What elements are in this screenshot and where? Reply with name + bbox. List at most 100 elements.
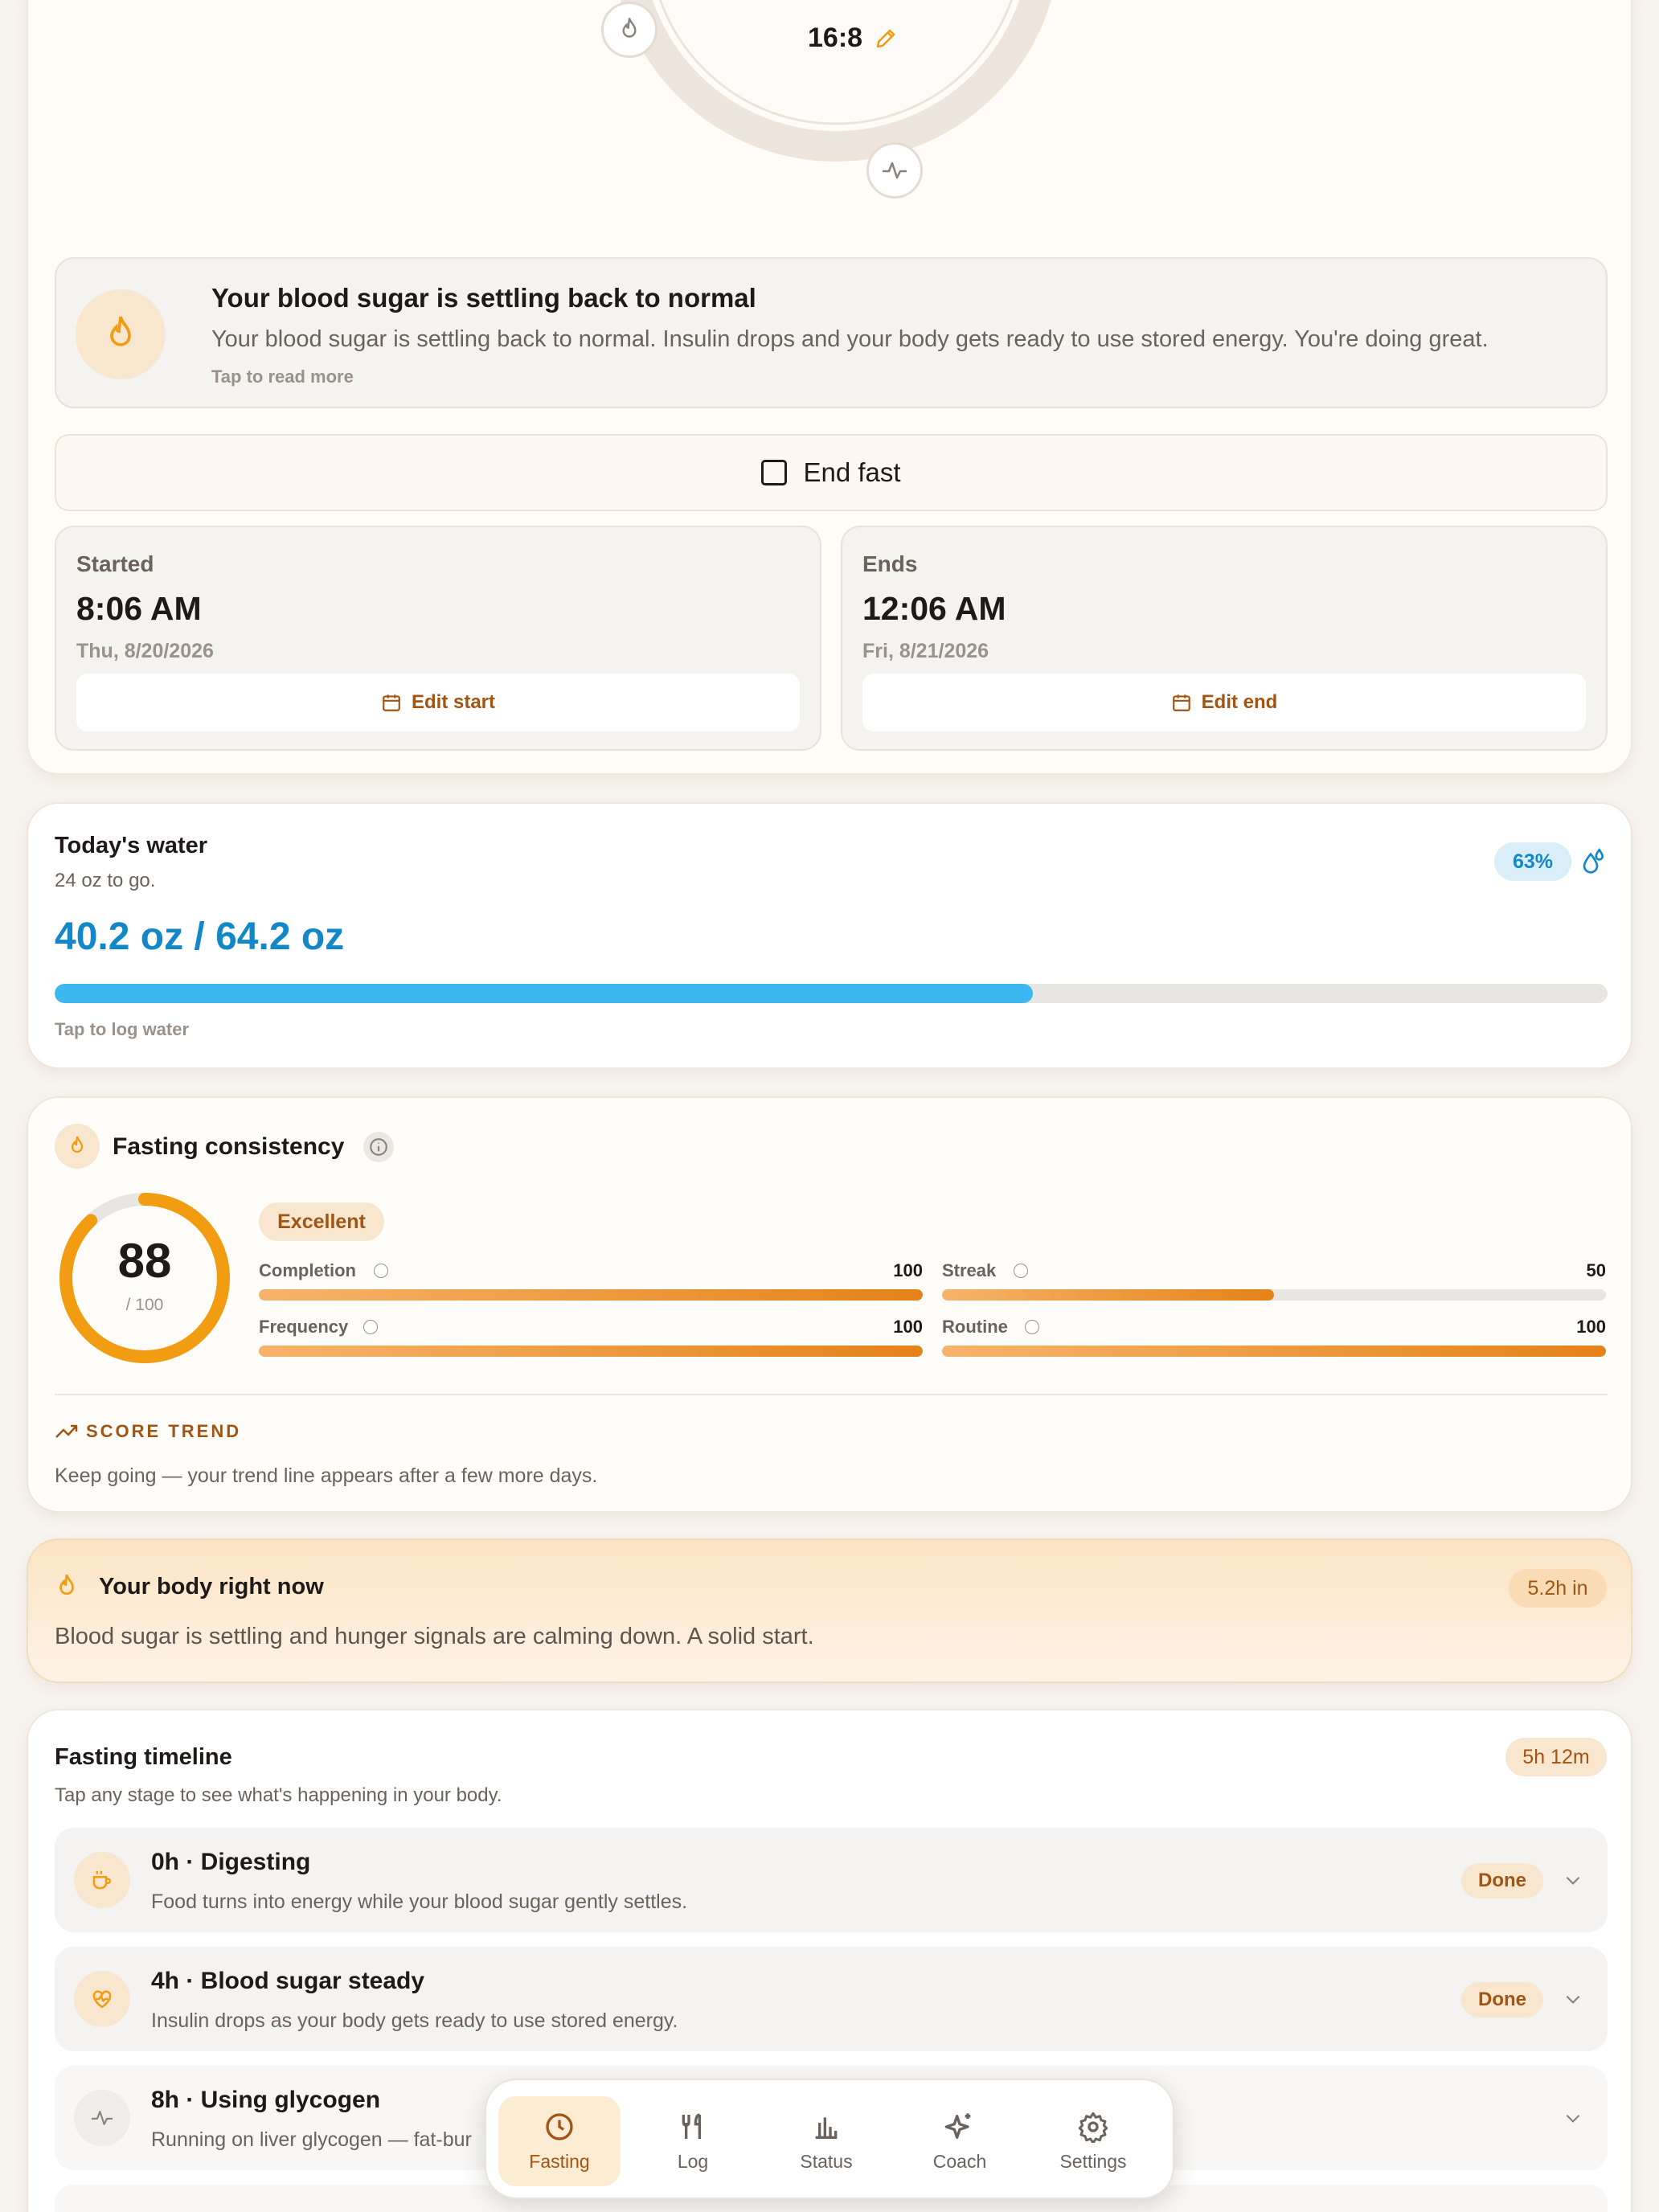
edit-end-button[interactable]: Edit end xyxy=(862,674,1586,731)
flame-icon xyxy=(110,316,131,346)
nav-item-log[interactable]: Log xyxy=(632,2096,754,2186)
nav-label: Log xyxy=(677,2150,709,2172)
stage-marker-pulse[interactable] xyxy=(866,142,923,199)
body-now-badge: 5.2h in xyxy=(1509,1569,1607,1608)
coffee-cup-icon xyxy=(92,1870,112,1890)
score-max: / 100 xyxy=(125,1296,164,1314)
bar-chart-icon xyxy=(815,2116,838,2139)
nav-label: Status xyxy=(800,2150,853,2172)
water-progress-fill xyxy=(55,984,1034,1003)
body-now-card[interactable]: Your body right now 5.2h in Blood sugar … xyxy=(27,1538,1632,1683)
ends-date: Fri, 8/21/2026 xyxy=(862,640,989,662)
water-progress-track xyxy=(55,984,1608,1003)
stage-title: 4h · Blood sugar steady xyxy=(151,1968,425,1994)
metric-bar-fill xyxy=(942,1289,1274,1301)
calendar-icon xyxy=(383,694,400,711)
timeline-subtitle: Tap any stage to see what's happening in… xyxy=(55,1784,502,1806)
stage-banner-title: Your blood sugar is settling back to nor… xyxy=(211,283,756,313)
stage-banner-icon-wrap xyxy=(76,289,166,379)
metric-bar-fill xyxy=(942,1346,1606,1357)
timeline-badge: 5h 12m xyxy=(1505,1738,1607,1776)
started-card: Started 8:06 AM Thu, 8/20/2026 Edit star… xyxy=(55,526,821,751)
stop-icon xyxy=(761,460,788,485)
metric-bar-track xyxy=(942,1346,1606,1357)
timeline-title: Fasting timeline xyxy=(55,1744,232,1770)
started-time: 8:06 AM xyxy=(76,590,202,627)
trend-text: Keep going — your trend line appears aft… xyxy=(55,1464,598,1487)
body-now-title: Your body right now xyxy=(99,1574,324,1600)
edit-start-label: Edit start xyxy=(411,691,495,713)
metric-value: 50 xyxy=(1586,1260,1606,1280)
flame-icon xyxy=(71,1136,84,1153)
nav-item-settings[interactable]: Settings xyxy=(1032,2096,1154,2186)
started-label: Started xyxy=(76,551,154,576)
stage-banner[interactable]: Your blood sugar is settling back to nor… xyxy=(55,257,1608,408)
pulse-icon xyxy=(883,162,907,179)
fork-knife-icon xyxy=(682,2112,701,2139)
timeline-stage-blood-sugar[interactable]: 4h · Blood sugar steady Insulin drops as… xyxy=(55,1947,1608,2051)
stage-banner-body: Your blood sugar is settling back to nor… xyxy=(211,326,1489,352)
info-icon[interactable] xyxy=(363,1132,394,1162)
fasting-plan[interactable]: 16:8 xyxy=(808,23,898,54)
stage-status-badge: Done xyxy=(1461,1863,1543,1899)
stage-icon-wrap xyxy=(74,1852,130,1908)
stage-desc: Food turns into energy while your blood … xyxy=(151,1890,688,1913)
edit-start-button[interactable]: Edit start xyxy=(76,674,800,731)
ends-card: Ends 12:06 AM Fri, 8/21/2026 Edit end xyxy=(841,526,1608,751)
metric-bar-fill xyxy=(259,1289,923,1301)
metric-bar-fill xyxy=(259,1346,923,1357)
water-percent-badge: 63% xyxy=(1494,842,1571,881)
bottom-nav: Fasting Log Status Coach Settings xyxy=(485,2079,1174,2199)
stage-desc: Running on liver glycogen — fat-bur xyxy=(151,2128,472,2151)
water-drops-icon[interactable] xyxy=(1581,847,1607,876)
stage-icon-wrap xyxy=(74,1971,130,2027)
ends-label: Ends xyxy=(862,551,918,576)
ends-time: 12:06 AM xyxy=(862,590,1006,627)
stage-title: 0h · Digesting xyxy=(151,1849,311,1875)
water-remaining: 24 oz to go. xyxy=(55,870,156,891)
stage-title: 8h · Using glycogen xyxy=(151,2087,381,2113)
nav-label: Settings xyxy=(1059,2150,1127,2172)
metric-value: 100 xyxy=(893,1317,923,1337)
edit-end-label: Edit end xyxy=(1201,691,1278,713)
timeline-stage-digesting[interactable]: 0h · Digesting Food turns into energy wh… xyxy=(55,1828,1608,1932)
water-amount: 40.2 oz / 64.2 oz xyxy=(55,916,345,958)
flame-icon xyxy=(622,18,637,38)
end-fast-button[interactable]: End fast xyxy=(55,434,1608,511)
consistency-card: Fasting consistency 88 / 100 Excellent C… xyxy=(27,1096,1632,1513)
started-date: Thu, 8/20/2026 xyxy=(76,640,214,662)
rating-badge: Excellent xyxy=(259,1202,384,1241)
metric-value: 100 xyxy=(1576,1317,1606,1337)
metric-bar-track xyxy=(259,1289,923,1301)
fasting-timer-card: 16:8 Your blood sugar is settling back t… xyxy=(27,0,1632,775)
sparkle-icon xyxy=(944,2112,971,2139)
end-fast-label: End fast xyxy=(803,457,901,487)
score-value: 88 xyxy=(117,1234,172,1288)
nav-item-status[interactable]: Status xyxy=(765,2096,887,2186)
plan-label: 16:8 xyxy=(808,23,863,53)
metric-bar-track xyxy=(259,1346,923,1357)
pencil-icon[interactable] xyxy=(874,27,898,51)
body-now-text: Blood sugar is settling and hunger signa… xyxy=(55,1624,814,1649)
consistency-icon-wrap xyxy=(55,1124,100,1169)
chevron-down-icon[interactable] xyxy=(1563,1870,1583,1890)
stage-marker-flame[interactable] xyxy=(601,2,657,58)
divider xyxy=(55,1394,1608,1395)
chevron-down-icon[interactable] xyxy=(1563,1989,1583,2009)
nav-label: Coach xyxy=(932,2150,987,2172)
nav-item-coach[interactable]: Coach xyxy=(899,2096,1021,2186)
pulse-icon xyxy=(92,2111,113,2125)
water-title: Today's water xyxy=(55,833,208,858)
stage-desc: Insulin drops as your body gets ready to… xyxy=(151,2009,678,2032)
stage-banner-hint: Tap to read more xyxy=(211,367,354,387)
heart-pulse-icon xyxy=(92,1990,112,2009)
nav-label: Fasting xyxy=(529,2150,590,2172)
nav-item-fasting[interactable]: Fasting xyxy=(498,2096,621,2186)
chevron-down-icon[interactable] xyxy=(1563,2108,1583,2128)
metric-bar-track xyxy=(942,1289,1606,1301)
calendar-icon xyxy=(1172,694,1190,711)
water-card[interactable]: Today's water 24 oz to go. 40.2 oz / 64.… xyxy=(27,802,1632,1069)
stage-icon-wrap xyxy=(74,2090,130,2146)
gear-icon xyxy=(1078,2112,1108,2143)
stage-status-badge: Done xyxy=(1461,1982,1543,2017)
